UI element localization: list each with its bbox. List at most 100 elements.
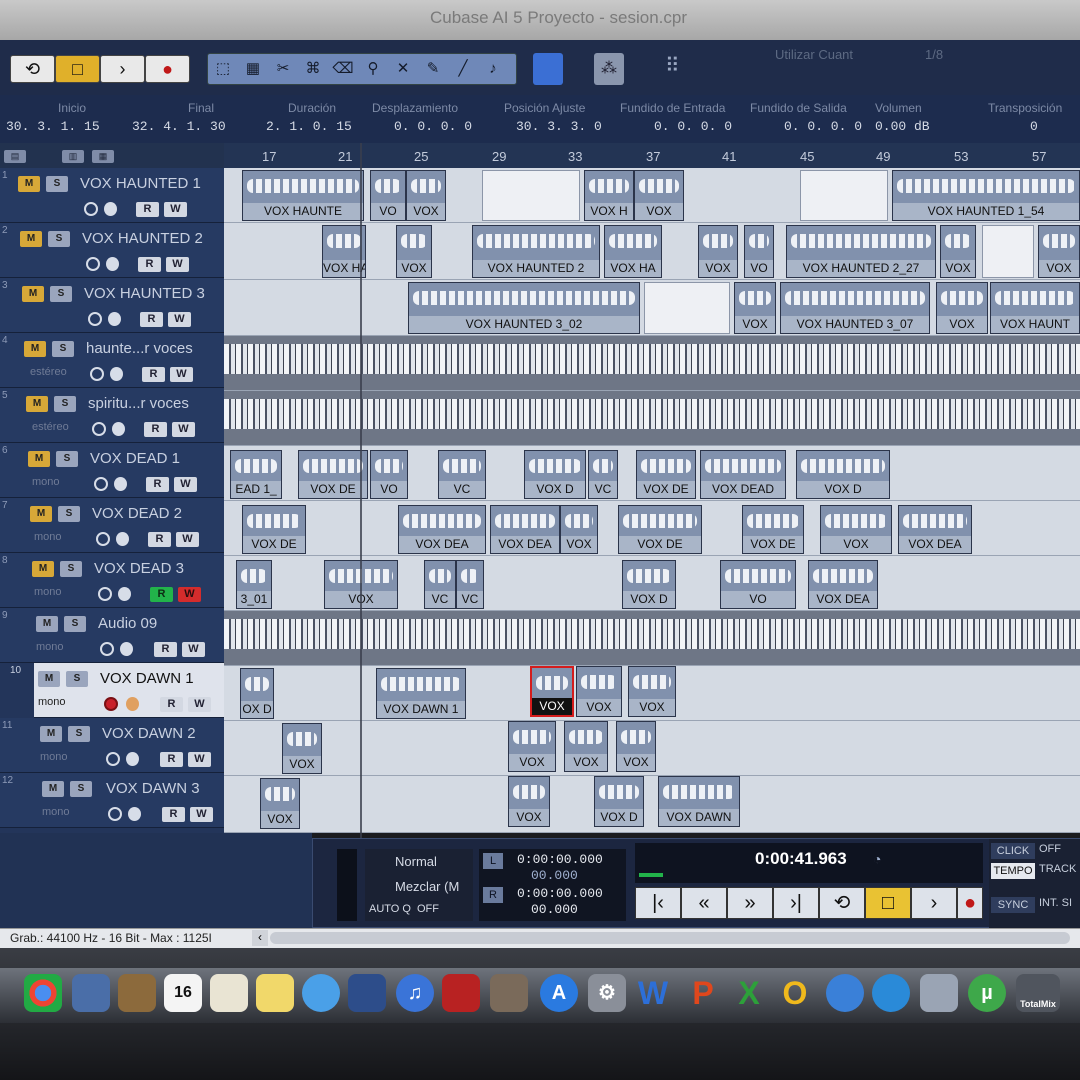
system-prefs-icon[interactable]: ⚙ <box>588 974 626 1012</box>
snap-toggle-icon[interactable] <box>533 53 563 85</box>
right-locator-label[interactable]: R <box>483 887 503 903</box>
solo-button[interactable]: S <box>48 231 70 247</box>
monitor-icon[interactable] <box>108 312 121 326</box>
mute-button[interactable]: M <box>28 451 50 467</box>
mute-button[interactable]: M <box>24 341 46 357</box>
primary-time-display[interactable]: 0:00:41.963 ◔ <box>635 843 983 883</box>
monitor-icon[interactable] <box>126 697 139 711</box>
mute-button[interactable]: M <box>18 176 40 192</box>
track-header-selected[interactable]: 10 M S VOX DAWN 1 mono R W <box>10 663 245 718</box>
line-tool-icon[interactable]: ╱ <box>452 57 474 81</box>
audio-event[interactable]: VOX <box>734 282 776 334</box>
range-tool-icon[interactable]: ▦ <box>242 57 264 81</box>
mute-button[interactable]: M <box>32 561 54 577</box>
snap-position-value[interactable]: 30. 3. 3. 0 <box>516 119 602 134</box>
audio-event[interactable]: VOX D <box>594 776 644 827</box>
mute-button[interactable]: M <box>22 286 44 302</box>
grid-icon[interactable]: ⠿ <box>665 53 680 78</box>
track-name[interactable]: VOX DEAD 2 <box>92 505 182 522</box>
read-automation-button[interactable]: R <box>144 422 167 437</box>
long-audio-event[interactable] <box>224 619 1080 649</box>
split-tool-icon[interactable]: ✂ <box>272 57 294 81</box>
go-to-end-button[interactable]: ›| <box>773 887 819 919</box>
audio-event[interactable]: VC <box>424 560 456 609</box>
track-lane-stereo[interactable] <box>224 391 1080 446</box>
audio-event[interactable]: VOX <box>282 723 322 774</box>
audio-event[interactable]: VO <box>744 225 774 278</box>
audio-event[interactable]: VOX DEA <box>398 505 486 554</box>
mute-button[interactable]: M <box>36 616 58 632</box>
outlook-icon[interactable]: O <box>776 974 814 1012</box>
monitor-icon[interactable] <box>104 202 117 216</box>
read-automation-button[interactable]: R <box>154 642 177 657</box>
monitor-icon[interactable] <box>126 752 139 766</box>
audio-event[interactable]: VOX <box>698 225 738 278</box>
solo-button[interactable]: S <box>50 286 72 302</box>
record-enable-icon[interactable] <box>100 642 114 656</box>
audio-event[interactable]: VOX HAUNTED 3_02 <box>408 282 640 334</box>
write-automation-button[interactable]: W <box>176 532 199 547</box>
audio-event[interactable]: VC <box>438 450 486 499</box>
monitor-icon[interactable] <box>120 642 133 656</box>
write-automation-button[interactable]: W <box>174 477 197 492</box>
record-enable-icon[interactable] <box>98 587 112 601</box>
bar-ruler[interactable]: 17 21 25 29 33 37 41 45 49 53 57 <box>224 143 1080 168</box>
play-button[interactable]: › <box>100 55 145 83</box>
solo-button[interactable]: S <box>52 341 74 357</box>
monitor-icon[interactable] <box>112 422 125 436</box>
transport-stop-button[interactable]: □ <box>865 887 911 919</box>
audio-event[interactable]: VOX <box>564 721 608 772</box>
track-lane[interactable]: VOX HAI VOX VOX HAUNTED 2 VOX HA VOX VO … <box>224 223 1080 280</box>
mute-button[interactable]: M <box>38 671 60 687</box>
track-lane[interactable]: VOX VOX VOX VOX <box>224 721 1080 776</box>
solo-button[interactable]: S <box>54 396 76 412</box>
record-enable-icon[interactable] <box>88 312 102 326</box>
record-enable-icon[interactable] <box>92 422 106 436</box>
project-cursor[interactable] <box>360 143 362 843</box>
solo-button[interactable]: S <box>56 451 78 467</box>
audio-event[interactable]: VOX <box>936 282 988 334</box>
audio-event[interactable]: VOX HAUNTED 2_27 <box>786 225 936 278</box>
track-lane-stereo[interactable] <box>224 336 1080 391</box>
glue-tool-icon[interactable]: ⌘ <box>302 57 324 81</box>
track-name[interactable]: haunte...r voces <box>86 340 193 357</box>
solo-button[interactable]: S <box>58 506 80 522</box>
audio-event[interactable]: VOX <box>940 225 976 278</box>
read-automation-button[interactable]: R <box>146 477 169 492</box>
audio-event[interactable]: VOX D <box>524 450 586 499</box>
excel-icon[interactable]: X <box>730 974 768 1012</box>
audio-event[interactable]: VOX HAUNTED 2 <box>472 225 600 278</box>
mute-button[interactable]: M <box>40 726 62 742</box>
sync-button[interactable]: SYNC <box>991 897 1035 913</box>
audio-event[interactable]: VOX DE <box>742 505 804 554</box>
utorrent-icon[interactable]: µ <box>968 974 1006 1012</box>
messenger-icon[interactable] <box>826 974 864 1012</box>
click-button[interactable]: CLICK <box>991 843 1035 859</box>
left-locator-label[interactable]: L <box>483 853 503 869</box>
track-lane[interactable]: VOX HAUNTED 3_02 VOX VOX HAUNTED 3_07 VO… <box>224 280 1080 336</box>
track-header[interactable]: 2 M S VOX HAUNTED 2 R W <box>0 223 245 278</box>
horizontal-scrollbar[interactable] <box>270 932 1070 944</box>
write-automation-button[interactable]: W <box>188 752 211 767</box>
mute-tool-icon[interactable]: ✕ <box>392 57 414 81</box>
audio-event[interactable]: VOX DE <box>242 505 306 554</box>
zoom-tool-icon[interactable]: ⚲ <box>362 57 384 81</box>
audio-event[interactable]: EAD 1_ <box>230 450 282 499</box>
audio-event[interactable]: VOX HAUNTED 3_07 <box>780 282 930 334</box>
audio-event[interactable]: VOX <box>820 505 892 554</box>
monitor-icon[interactable] <box>118 587 131 601</box>
audio-event[interactable]: VC <box>588 450 618 499</box>
track-name[interactable]: VOX DAWN 1 <box>100 670 194 687</box>
track-name[interactable]: VOX DAWN 2 <box>102 725 196 742</box>
audio-event[interactable]: VOX H <box>584 170 634 221</box>
record-enable-icon[interactable] <box>94 477 108 491</box>
volume-value[interactable]: 0.00 dB <box>875 119 930 134</box>
write-automation-button[interactable]: W <box>168 312 191 327</box>
read-automation-button[interactable]: R <box>150 587 173 602</box>
record-button[interactable]: ● <box>145 55 190 83</box>
long-audio-event[interactable] <box>224 399 1080 429</box>
stop-button[interactable]: □ <box>55 55 100 83</box>
quantize-label[interactable]: Utilizar Cuant <box>775 47 853 62</box>
totalmix-icon[interactable]: TotalMix <box>1016 974 1060 1012</box>
mute-button[interactable]: M <box>26 396 48 412</box>
